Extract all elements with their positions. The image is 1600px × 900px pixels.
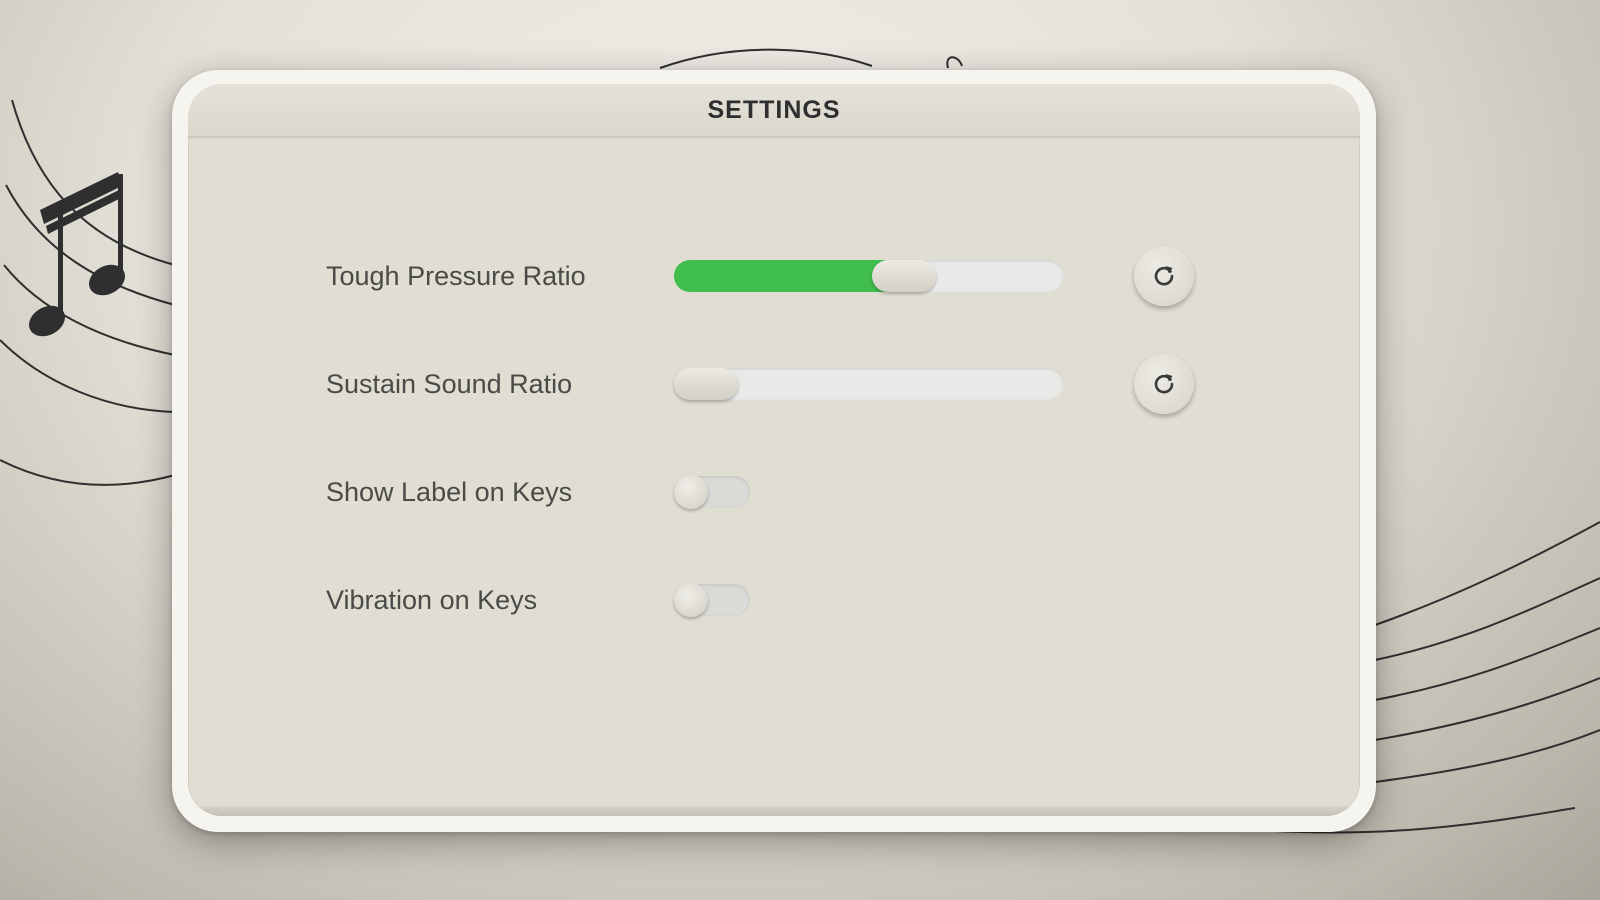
sustain-sound-slider[interactable] xyxy=(674,368,1064,400)
settings-panel: SETTINGS Tough Pressure Ratio Sustain So… xyxy=(188,84,1360,816)
setting-row-vibration: Vibration on Keys xyxy=(188,570,1360,630)
show-label-on-keys-toggle-knob xyxy=(674,475,708,509)
reset-icon xyxy=(1154,266,1174,286)
sustain-sound-label: Sustain Sound Ratio xyxy=(326,369,573,399)
tough-pressure-reset-button[interactable] xyxy=(1134,246,1194,306)
tough-pressure-slider-fill xyxy=(674,260,905,292)
vibration-on-keys-toggle-knob xyxy=(674,583,708,617)
vibration-on-keys-label: Vibration on Keys xyxy=(326,585,538,615)
setting-row-sustain-sound: Sustain Sound Ratio xyxy=(188,354,1360,414)
music-note-icon xyxy=(28,172,126,337)
setting-row-tough-pressure: Tough Pressure Ratio xyxy=(188,246,1360,306)
settings-dialog: SETTINGS Tough Pressure Ratio Sustain So… xyxy=(172,70,1376,832)
reset-icon xyxy=(1154,374,1174,394)
dialog-title: SETTINGS xyxy=(707,95,841,124)
title-bar: SETTINGS xyxy=(188,84,1360,138)
show-label-on-keys-toggle[interactable] xyxy=(674,475,750,509)
tough-pressure-label: Tough Pressure Ratio xyxy=(326,261,586,291)
tough-pressure-slider-thumb[interactable] xyxy=(872,260,937,292)
tough-pressure-slider[interactable] xyxy=(674,260,1064,292)
setting-row-show-label: Show Label on Keys xyxy=(188,462,1360,522)
dialog-bottom-edge xyxy=(188,806,1360,816)
vibration-on-keys-toggle[interactable] xyxy=(674,583,750,617)
sustain-sound-slider-thumb[interactable] xyxy=(674,368,738,400)
sustain-sound-reset-button[interactable] xyxy=(1134,354,1194,414)
show-label-on-keys-label: Show Label on Keys xyxy=(326,477,573,507)
